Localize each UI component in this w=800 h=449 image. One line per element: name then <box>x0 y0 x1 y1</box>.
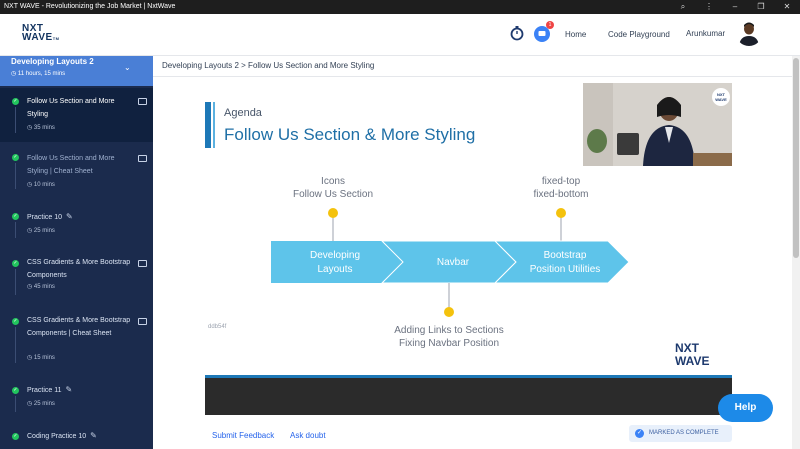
course-duration: 11 hours, 15 mins <box>17 71 66 77</box>
sidebar-item-label: CSS Gradients & More Bootstrap Component… <box>27 259 131 279</box>
book-icon <box>138 98 147 105</box>
sidebar-item-duration: 25 mins <box>33 228 55 234</box>
complete-label: MARKED AS COMPLETE <box>649 430 719 436</box>
nxtwave-logo[interactable]: NXT WAVETM <box>22 24 60 43</box>
stopwatch-icon[interactable] <box>508 24 526 42</box>
sidebar-item-duration: 45 mins <box>33 284 55 290</box>
svg-text:WAVE: WAVE <box>715 97 727 102</box>
course-header[interactable]: Developing Layouts 2 ◷ 11 hours, 15 mins… <box>0 56 153 86</box>
window-title: NXT WAVE - Revolutionizing the Job Marke… <box>4 3 176 10</box>
nav-code-playground[interactable]: Code Playground <box>608 30 670 39</box>
ask-doubt-link[interactable]: Ask doubt <box>290 431 326 440</box>
book-icon <box>138 260 147 267</box>
check-icon: ✓ <box>12 318 19 325</box>
sidebar-item-label: Practice 11 <box>27 387 62 394</box>
scrollbar-thumb[interactable] <box>793 58 799 258</box>
sidebar-item-label: CSS Gradients & More Bootstrap Component… <box>27 317 131 337</box>
chevron-down-icon[interactable]: ⌄ <box>124 63 131 72</box>
window-controls: ⌕ ⋮ – ❐ ✕ <box>670 0 800 14</box>
sidebar-item-duration: 25 mins <box>33 401 55 407</box>
slide-logo-line-2: WAVE <box>675 354 710 368</box>
clock-icon: ◷ <box>11 71 18 77</box>
sidebar-item-label: Practice 10 <box>27 214 63 221</box>
slide-watermark: ddb54f <box>208 324 227 330</box>
clock-icon: ◷ <box>27 284 34 290</box>
minimize-button[interactable]: – <box>722 0 748 14</box>
pencil-icon: ✎ <box>65 385 73 394</box>
avatar[interactable] <box>736 20 762 46</box>
sidebar-item-practice-11[interactable]: ✓ Practice 11 ✎ ◷ 25 mins <box>0 382 153 418</box>
instructor-video: NXT WAVE <box>583 83 732 166</box>
course-title: Developing Layouts 2 <box>11 57 94 66</box>
clock-icon: ◷ <box>27 228 34 234</box>
divider <box>153 76 800 77</box>
note-line: Adding Links to Sections Fixing Navbar P… <box>394 325 504 349</box>
sidebar-item-follow-us[interactable]: ✓ Follow Us Section and More Styling ◷ 3… <box>0 88 153 142</box>
submit-feedback-link[interactable]: Submit Feedback <box>212 431 274 440</box>
close-button[interactable]: ✕ <box>774 0 800 14</box>
check-icon: ✓ <box>12 154 19 161</box>
pencil-icon: ✎ <box>66 212 73 221</box>
maximize-button[interactable]: ❐ <box>748 0 774 14</box>
zoom-icon[interactable]: ⌕ <box>670 0 696 14</box>
video-controls-area[interactable] <box>205 378 732 415</box>
sidebar-item-duration: 15 mins <box>33 355 55 361</box>
logo-line-2: WAVE <box>22 32 53 43</box>
check-icon: ✓ <box>12 260 19 267</box>
sidebar-item-css-gradients[interactable]: ✓ CSS Gradients & More Bootstrap Compone… <box>0 254 153 302</box>
book-icon <box>138 318 147 325</box>
arrow-text: Developing Layouts <box>309 250 361 275</box>
check-icon: ✓ <box>12 387 19 394</box>
top-header: NXT WAVETM 1 Home Code Playground Arunku… <box>0 14 800 56</box>
sidebar-item-label: Coding Practice 10 <box>27 433 87 440</box>
sidebar-item-label: Follow Us Section and More Styling <box>27 98 115 118</box>
pencil-icon: ✎ <box>90 431 97 440</box>
window-titlebar: NXT WAVE - Revolutionizing the Job Marke… <box>0 0 800 14</box>
sidebar-item-css-gradients-cheat-sheet[interactable]: ✓ CSS Gradients & More Bootstrap Compone… <box>0 312 153 370</box>
clock-icon: ◷ <box>27 355 34 361</box>
arrow-label-developing-layouts: Developing Layouts <box>285 249 385 277</box>
clock-icon: ◷ <box>27 182 34 188</box>
help-button[interactable]: Help <box>718 394 773 422</box>
scrollbar[interactable] <box>792 56 800 449</box>
check-icon: ✓ <box>12 433 19 440</box>
arrow-label-navbar: Navbar <box>413 256 493 270</box>
slide-bottom-note: Adding Links to Sections Fixing Navbar P… <box>369 324 529 350</box>
clock-icon: ◷ <box>27 401 34 407</box>
logo-tm: TM <box>52 36 60 41</box>
check-circle-icon: ✓ <box>635 429 644 438</box>
arrow-text: Navbar <box>436 257 470 268</box>
notification-badge: 1 <box>546 21 554 29</box>
sidebar-item-label: Follow Us Section and More Styling | Che… <box>27 155 115 175</box>
sidebar-item-coding-practice-10[interactable]: ✓ Coding Practice 10 ✎ <box>0 428 153 449</box>
nav-home[interactable]: Home <box>565 30 586 39</box>
breadcrumb: Developing Layouts 2 > Follow Us Section… <box>162 61 375 70</box>
arrow-text: Bootstrap Position Utilities <box>529 250 601 275</box>
slide-logo: NXT WAVE <box>675 342 709 368</box>
marked-complete-button[interactable]: ✓ MARKED AS COMPLETE <box>629 425 732 442</box>
sidebar-item-duration: 35 mins <box>33 125 55 131</box>
check-icon: ✓ <box>12 213 19 220</box>
check-icon: ✓ <box>12 98 19 105</box>
sidebar-item-practice-10[interactable]: ✓ Practice 10 ✎ ◷ 25 mins <box>0 208 153 244</box>
book-icon <box>138 155 147 162</box>
sidebar: Developing Layouts 2 ◷ 11 hours, 15 mins… <box>0 56 153 449</box>
more-icon[interactable]: ⋮ <box>696 0 722 14</box>
sidebar-item-duration: 10 mins <box>33 182 55 188</box>
arrow-label-bootstrap: Bootstrap Position Utilities <box>510 249 620 277</box>
user-name[interactable]: Arunkumar <box>686 29 725 38</box>
sidebar-item-follow-us-cheat-sheet[interactable]: ✓ Follow Us Section and More Styling | C… <box>0 148 153 196</box>
clock-icon: ◷ <box>27 125 34 131</box>
